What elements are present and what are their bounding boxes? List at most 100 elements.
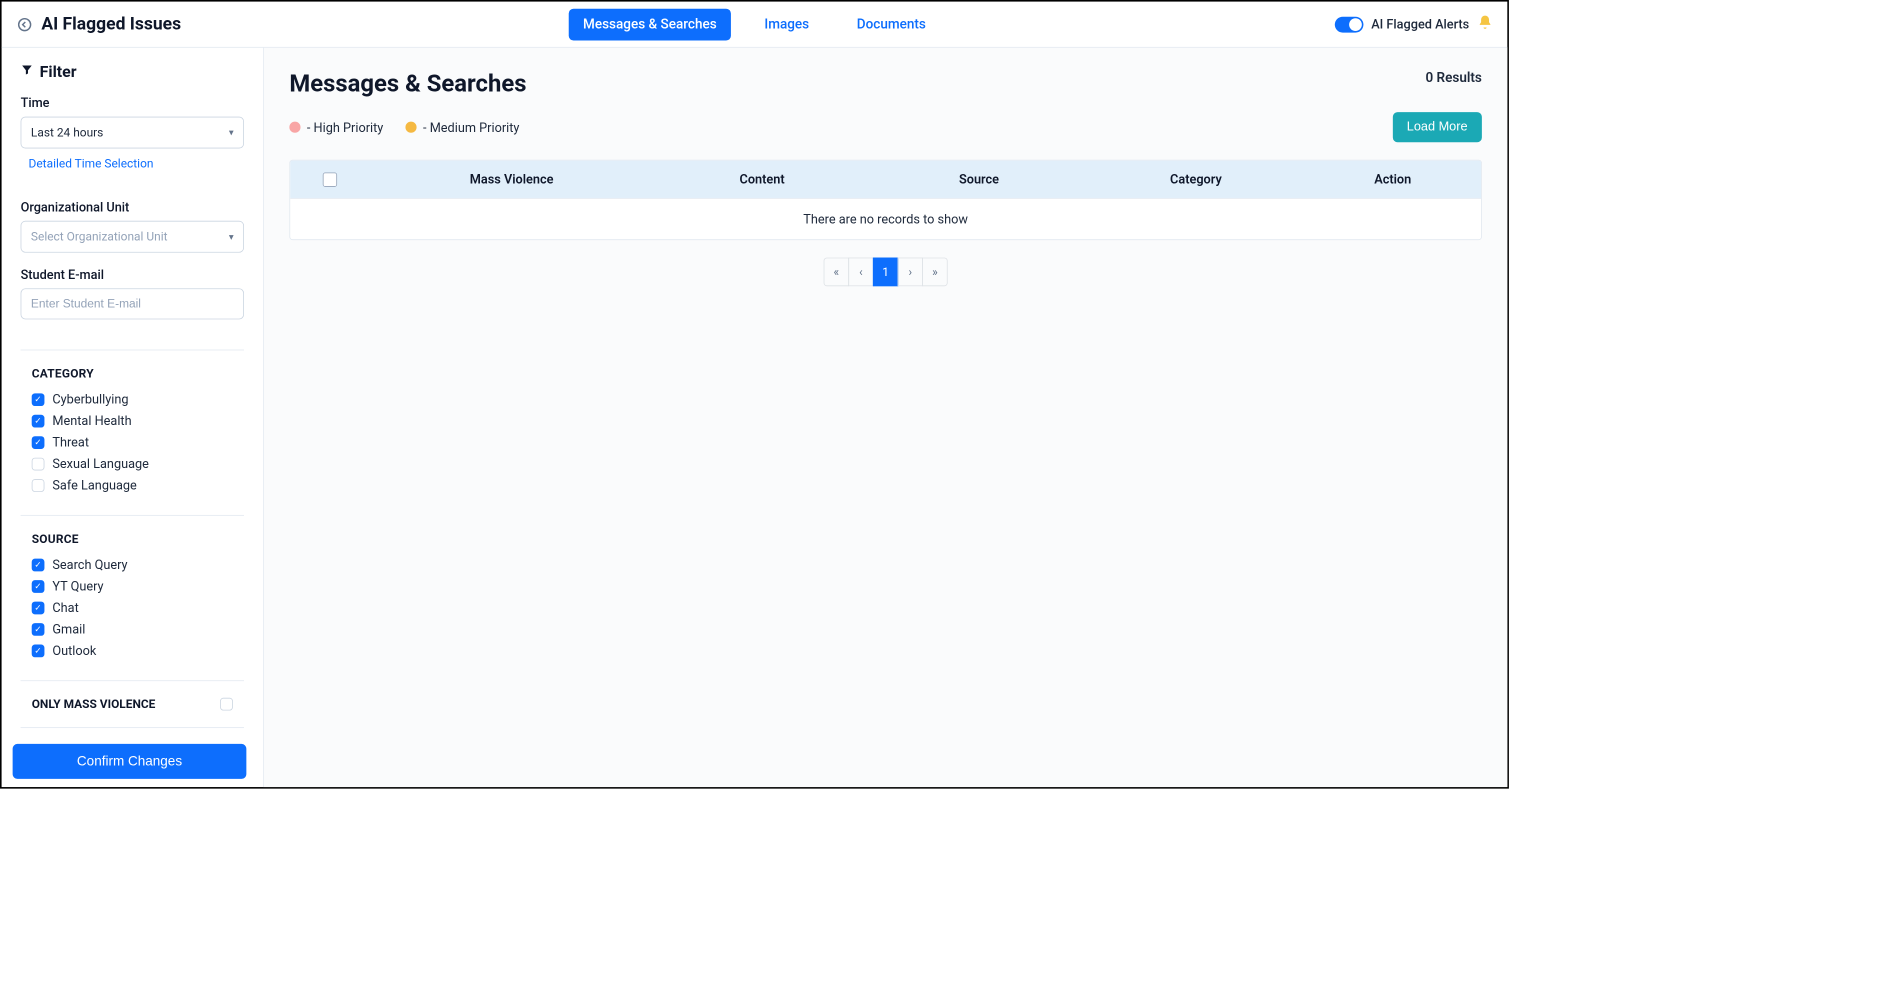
table-header: Mass Violence Content Source Category Ac…	[290, 161, 1481, 198]
detailed-time-link[interactable]: Detailed Time Selection	[29, 157, 154, 171]
org-unit-field-group: Organizational Unit Select Organizationa…	[21, 200, 244, 253]
checkbox-icon: ✓	[32, 601, 45, 614]
org-unit-label: Organizational Unit	[21, 200, 244, 215]
body-wrap: Filter Time Last 24 hours Detailed Time …	[2, 48, 1508, 787]
main-header: Messages & Searches 0 Results	[289, 70, 1482, 112]
alerts-toggle[interactable]	[1335, 16, 1364, 32]
source-search-query[interactable]: ✓ Search Query	[32, 557, 244, 572]
empty-message: There are no records to show	[290, 198, 1481, 239]
header-tabs: Messages & Searches Images Documents	[569, 8, 940, 40]
confirm-changes-button[interactable]: Confirm Changes	[13, 744, 247, 779]
source-outlook[interactable]: ✓ Outlook	[32, 643, 244, 658]
load-more-button[interactable]: Load More	[1392, 112, 1481, 142]
page-next[interactable]: ›	[898, 258, 923, 287]
student-email-field-group: Student E-mail	[21, 267, 244, 319]
priority-row: - High Priority - Medium Priority Load M…	[289, 112, 1482, 142]
source-chat[interactable]: ✓ Chat	[32, 600, 244, 615]
source-section-title: SOURCE	[32, 532, 244, 546]
source-yt-query[interactable]: ✓ YT Query	[32, 579, 244, 594]
main-content: Messages & Searches 0 Results - High Pri…	[264, 48, 1507, 787]
header-bar: AI Flagged Issues Messages & Searches Im…	[2, 2, 1508, 48]
category-label: Threat	[52, 435, 89, 450]
checkbox-icon: ✓	[32, 644, 45, 657]
category-list: ✓ Cyberbullying ✓ Mental Health ✓ Threat…	[32, 392, 244, 499]
column-mass-violence: Mass Violence	[370, 161, 654, 198]
column-source: Source	[871, 161, 1088, 198]
source-list: ✓ Search Query ✓ YT Query ✓ Chat ✓ Gmail…	[32, 557, 244, 664]
column-select-all[interactable]	[290, 161, 370, 198]
column-category: Category	[1087, 161, 1304, 198]
category-label: Sexual Language	[52, 456, 149, 471]
category-label: Mental Health	[52, 413, 131, 428]
page-last[interactable]: »	[922, 258, 947, 287]
checkbox-icon	[32, 479, 45, 492]
org-unit-placeholder: Select Organizational Unit	[31, 230, 168, 244]
time-field-group: Time Last 24 hours Detailed Time Selecti…	[21, 95, 244, 185]
category-threat[interactable]: ✓ Threat	[32, 435, 244, 450]
student-email-label: Student E-mail	[21, 267, 244, 282]
checkbox-icon: ✓	[32, 436, 45, 449]
results-table: Mass Violence Content Source Category Ac…	[289, 160, 1482, 240]
dot-high-icon	[289, 122, 300, 133]
column-content: Content	[654, 161, 871, 198]
checkbox-icon: ✓	[32, 558, 45, 571]
legend-medium-label: - Medium Priority	[423, 120, 519, 135]
divider	[21, 515, 244, 516]
checkbox-icon	[220, 698, 233, 711]
alerts-label: AI Flagged Alerts	[1371, 17, 1469, 32]
page-title: AI Flagged Issues	[41, 14, 181, 34]
main-title: Messages & Searches	[289, 70, 526, 98]
only-mass-violence-row[interactable]: ONLY MASS VIOLENCE	[32, 697, 233, 711]
tab-images[interactable]: Images	[750, 8, 823, 40]
time-label: Time	[21, 95, 244, 110]
results-count: 0 Results	[1425, 70, 1481, 86]
source-label: Gmail	[52, 622, 85, 637]
tab-messages-searches[interactable]: Messages & Searches	[569, 8, 731, 40]
tab-documents[interactable]: Documents	[843, 8, 941, 40]
page-prev[interactable]: ‹	[848, 258, 873, 287]
checkbox-icon: ✓	[32, 580, 45, 593]
select-all-checkbox-icon	[323, 172, 337, 186]
org-unit-select[interactable]: Select Organizational Unit	[21, 221, 244, 253]
divider	[21, 681, 244, 682]
divider	[21, 727, 244, 728]
category-section-title: CATEGORY	[32, 366, 244, 380]
header-right: AI Flagged Alerts	[1335, 14, 1493, 34]
filter-icon	[21, 64, 34, 80]
legend-medium-priority: - Medium Priority	[406, 120, 520, 135]
source-label: Outlook	[52, 643, 96, 658]
category-mental-health[interactable]: ✓ Mental Health	[32, 413, 244, 428]
column-action: Action	[1304, 161, 1481, 198]
checkbox-icon: ✓	[32, 393, 45, 406]
filter-sidebar: Filter Time Last 24 hours Detailed Time …	[2, 48, 264, 787]
category-label: Safe Language	[52, 478, 136, 493]
time-select-value: Last 24 hours	[31, 126, 103, 140]
category-safe-language[interactable]: Safe Language	[32, 478, 244, 493]
filter-heading: Filter	[21, 62, 244, 81]
source-gmail[interactable]: ✓ Gmail	[32, 622, 244, 637]
source-label: YT Query	[52, 579, 103, 594]
page-current[interactable]: 1	[873, 258, 898, 287]
back-icon[interactable]	[16, 16, 33, 33]
bell-icon[interactable]	[1477, 14, 1493, 34]
checkbox-icon: ✓	[32, 623, 45, 636]
source-label: Chat	[52, 600, 78, 615]
student-email-input[interactable]	[21, 289, 244, 320]
divider	[21, 350, 244, 351]
header-left: AI Flagged Issues	[16, 14, 181, 34]
dot-medium-icon	[406, 122, 417, 133]
checkbox-icon: ✓	[32, 415, 45, 428]
time-select[interactable]: Last 24 hours	[21, 117, 244, 149]
source-label: Search Query	[52, 557, 127, 572]
filter-title-text: Filter	[40, 62, 77, 81]
only-mass-violence-label: ONLY MASS VIOLENCE	[32, 697, 156, 711]
legend-high-priority: - High Priority	[289, 120, 383, 135]
category-label: Cyberbullying	[52, 392, 128, 407]
priority-legend: - High Priority - Medium Priority	[289, 120, 519, 135]
category-cyberbullying[interactable]: ✓ Cyberbullying	[32, 392, 244, 407]
checkbox-icon	[32, 458, 45, 471]
pagination: « ‹ 1 › »	[289, 258, 1482, 287]
legend-high-label: - High Priority	[307, 120, 383, 135]
category-sexual-language[interactable]: Sexual Language	[32, 456, 244, 471]
page-first[interactable]: «	[824, 258, 849, 287]
